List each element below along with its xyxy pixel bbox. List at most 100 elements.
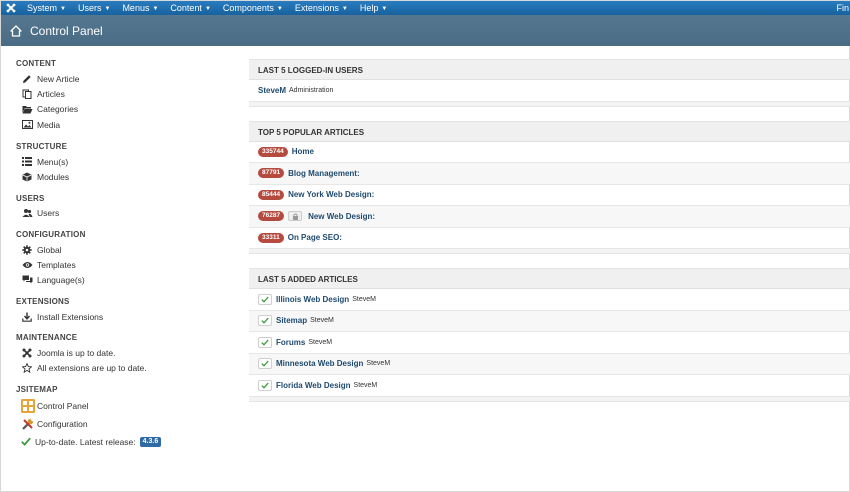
article-link[interactable]: Florida Web Design xyxy=(276,381,351,390)
joomla-icon xyxy=(21,348,33,358)
panel-footer xyxy=(249,396,850,402)
article-link[interactable]: Forums xyxy=(276,338,305,347)
site-link[interactable]: Fin xyxy=(836,1,850,15)
sidebar-item-label: All extensions are up to date. xyxy=(37,363,147,374)
sidebar-item-jsitemap-configuration[interactable]: Configuration xyxy=(16,415,236,433)
menu-system[interactable]: System ▼ xyxy=(21,1,72,16)
section-title: CONTENT xyxy=(16,59,57,68)
section-title: CONFIGURATION xyxy=(16,230,86,240)
sidebar-item-global[interactable]: Global xyxy=(16,242,236,257)
sidebar-item-label: Categories xyxy=(37,104,79,115)
menu-label: Users xyxy=(77,2,102,13)
article-link[interactable]: New York Web Design: xyxy=(288,190,374,199)
sidebar-item-jsitemap-control-panel[interactable]: Control Panel xyxy=(16,397,236,415)
sidebar-item-label: Articles xyxy=(37,88,65,99)
sidebar-section-jsitemap: JSITEMAP Control Panel Configuration Up-… xyxy=(16,382,236,451)
list-item: 87791 Blog Management: xyxy=(249,163,850,185)
article-link[interactable]: New Web Design: xyxy=(308,212,375,221)
article-link[interactable]: Minnesota Web Design xyxy=(276,359,363,368)
published-check-icon[interactable] xyxy=(258,379,272,391)
hits-badge: 33311 xyxy=(258,232,284,243)
menu-extensions[interactable]: Extensions ▼ xyxy=(289,1,354,16)
section-title: STRUCTURE xyxy=(16,142,68,152)
list-item: 33311 On Page SEO: xyxy=(249,228,850,249)
user-link[interactable]: SteveM xyxy=(258,86,286,95)
tools-icon xyxy=(21,417,35,431)
published-check-icon[interactable] xyxy=(258,293,272,305)
menu-content[interactable]: Content ▼ xyxy=(164,1,216,16)
caret-down-icon: ▼ xyxy=(204,5,211,12)
top-navbar: System ▼ Users ▼ Menus ▼ Content ▼ Component… xyxy=(1,1,850,15)
home-icon xyxy=(10,24,22,37)
article-link[interactable]: Illinois Web Design xyxy=(276,295,349,304)
sidebar-section-content: CONTENT New Article Articles Categories … xyxy=(16,56,236,132)
sidebar-section-extensions: EXTENSIONS Install Extensions xyxy=(16,294,236,324)
menu-users[interactable]: Users ▼ xyxy=(72,1,116,16)
sidebar-item-media[interactable]: Media xyxy=(16,117,236,132)
menu-label: Menus xyxy=(122,2,150,13)
list-item: 85444 New York Web Design: xyxy=(249,185,850,206)
sidebar-item-label: Language(s) xyxy=(37,275,85,286)
sidebar-item-categories[interactable]: Categories xyxy=(16,102,236,117)
menu-menus[interactable]: Menus ▼ xyxy=(116,1,164,16)
article-link[interactable]: On Page SEO: xyxy=(288,233,342,242)
sidebar-section-maintenance: MAINTENANCE Joomla is up to date. All ex… xyxy=(16,330,236,376)
sidebar-item-joomla-status[interactable]: Joomla is up to date. xyxy=(16,345,236,360)
article-author: SteveM xyxy=(308,338,333,346)
hits-badge: 335744 xyxy=(258,146,288,157)
article-author: SteveM xyxy=(352,295,376,303)
sidebar-item-modules[interactable]: Modules xyxy=(16,169,236,184)
article-link[interactable]: Blog Management: xyxy=(288,169,360,178)
sidebar-item-jsitemap-status: Up-to-date. Latest release: 4.3.6 xyxy=(16,433,236,451)
sidebar-item-label: Users xyxy=(37,208,60,219)
panel-logged-in-users: LAST 5 LOGGED-IN USERS SteveM Administra… xyxy=(249,59,850,107)
sidebar-section-configuration: CONFIGURATION Global Templates Language(… xyxy=(16,227,236,288)
sidebar-item-label: Joomla is up to date. xyxy=(37,347,116,358)
section-title: EXTENSIONS xyxy=(16,296,70,306)
published-check-icon[interactable] xyxy=(258,336,272,348)
menu-label: Components xyxy=(222,2,274,13)
sidebar-item-languages[interactable]: Language(s) xyxy=(16,273,236,288)
sidebar-item-templates[interactable]: Templates xyxy=(16,257,236,272)
gear-icon xyxy=(21,245,33,255)
sidebar-item-menus[interactable]: Menu(s) xyxy=(16,154,236,169)
sidebar-item-label: New Article xyxy=(37,73,80,84)
list-item: Sitemap SteveM xyxy=(249,310,850,332)
sidebar-item-install-extensions[interactable]: Install Extensions xyxy=(16,309,236,324)
sidebar-item-new-article[interactable]: New Article xyxy=(16,71,236,86)
menu-label: Content xyxy=(170,2,202,13)
panel-title: TOP 5 POPULAR ARTICLES xyxy=(249,120,850,142)
caret-down-icon: ▼ xyxy=(276,5,283,12)
lock-icon[interactable] xyxy=(288,211,303,222)
published-check-icon[interactable] xyxy=(258,358,272,370)
panel-added-articles: LAST 5 ADDED ARTICLES Illinois Web Desig… xyxy=(249,268,850,402)
list-item: 76287 New Web Design: xyxy=(249,206,850,228)
sidebar-item-extensions-status[interactable]: All extensions are up to date. xyxy=(16,361,236,376)
image-icon xyxy=(21,120,33,130)
panel-title: LAST 5 LOGGED-IN USERS xyxy=(249,59,850,80)
list-item: Illinois Web Design SteveM xyxy=(249,289,850,311)
article-link[interactable]: Home xyxy=(292,147,314,156)
menu-label: Help xyxy=(359,2,379,13)
sidebar-item-label: Menu(s) xyxy=(37,156,69,167)
panel-title: LAST 5 ADDED ARTICLES xyxy=(249,268,850,289)
version-badge: 4.3.6 xyxy=(139,436,162,447)
menu-help[interactable]: Help ▼ xyxy=(354,1,393,16)
users-icon xyxy=(21,208,33,218)
menu-components[interactable]: Components ▼ xyxy=(217,1,289,16)
folder-open-icon xyxy=(21,104,33,114)
article-link[interactable]: Sitemap xyxy=(276,316,307,325)
published-check-icon[interactable] xyxy=(258,315,272,327)
sidebar-item-users[interactable]: Users xyxy=(16,206,236,221)
star-icon xyxy=(21,363,33,374)
cube-icon xyxy=(21,172,33,182)
sidebar-item-label: Templates xyxy=(37,260,76,271)
list-item: Minnesota Web Design SteveM xyxy=(249,353,850,375)
article-author: SteveM xyxy=(310,317,334,325)
list-item: SteveM Administration xyxy=(249,80,850,102)
sidebar-item-label: Up-to-date. Latest release: xyxy=(35,436,136,447)
joomla-logo-icon[interactable] xyxy=(1,1,21,15)
sidebar-item-articles[interactable]: Articles xyxy=(16,86,236,101)
caret-down-icon: ▼ xyxy=(60,5,66,12)
panel-footer xyxy=(249,101,850,107)
